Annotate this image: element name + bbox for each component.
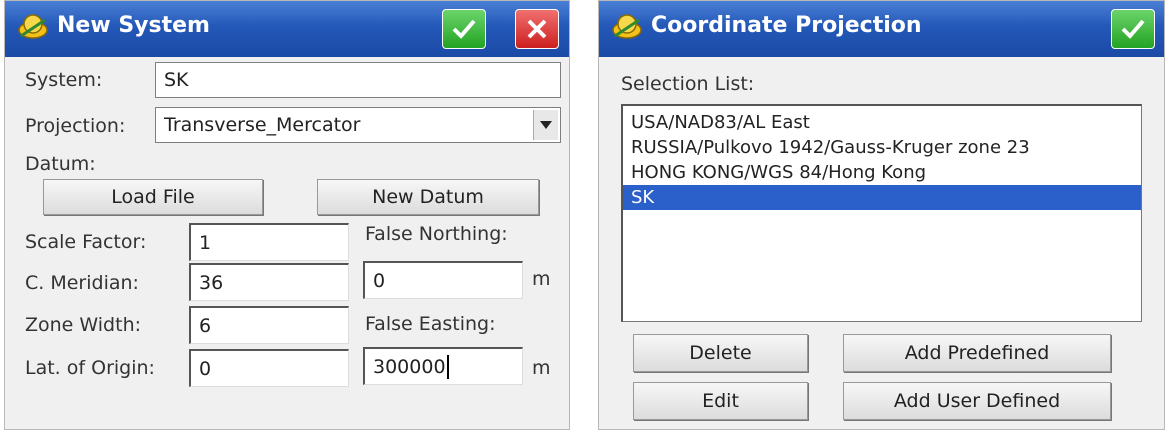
lat-origin-label: Lat. of Origin:: [25, 357, 155, 379]
dialog-title: New System: [57, 13, 210, 38]
scale-factor-input[interactable]: 1: [189, 223, 349, 261]
chevron-down-icon: [540, 121, 552, 129]
list-item[interactable]: RUSSIA/Pulkovo 1942/Gauss-Kruger zone 23: [623, 135, 1141, 160]
c-meridian-label: C. Meridian:: [25, 272, 139, 294]
false-easting-input[interactable]: 300000: [363, 347, 523, 385]
projection-value: Transverse_Mercator: [164, 114, 361, 136]
checkmark-icon: [1121, 19, 1145, 39]
title-bar: Coordinate Projection: [599, 1, 1164, 57]
delete-button[interactable]: Delete: [633, 334, 808, 372]
edit-button[interactable]: Edit: [633, 382, 808, 420]
new-datum-button[interactable]: New Datum: [317, 179, 539, 215]
system-label: System:: [25, 69, 103, 91]
false-northing-input[interactable]: 0: [363, 261, 523, 299]
scale-factor-label: Scale Factor:: [25, 231, 147, 253]
zone-width-label: Zone Width:: [25, 314, 142, 336]
zone-width-value: 6: [199, 314, 212, 337]
false-easting-value: 300000: [373, 355, 446, 378]
false-northing-unit: m: [532, 268, 551, 290]
false-northing-value: 0: [373, 269, 386, 292]
c-meridian-value: 36: [199, 271, 224, 294]
coordinate-projection-dialog: Coordinate Projection Selection List: US…: [598, 0, 1165, 430]
projection-dropdown[interactable]: Transverse_Mercator: [155, 107, 561, 143]
ok-button[interactable]: [442, 9, 486, 49]
title-bar: New System: [5, 1, 569, 57]
ok-button[interactable]: [1111, 9, 1155, 49]
system-name-input[interactable]: SK: [155, 62, 561, 98]
dialog-title: Coordinate Projection: [651, 13, 922, 38]
load-file-button[interactable]: Load File: [43, 179, 263, 215]
scale-factor-value: 1: [199, 231, 212, 254]
lat-origin-value: 0: [199, 357, 212, 380]
list-item[interactable]: HONG KONG/WGS 84/Hong Kong: [623, 160, 1141, 185]
new-system-dialog: New System System: SK Projection: Transv…: [4, 0, 570, 430]
list-item-selected[interactable]: SK: [623, 185, 1141, 210]
zone-width-input[interactable]: 6: [189, 306, 349, 344]
close-icon: [527, 19, 547, 39]
add-predefined-button[interactable]: Add Predefined: [843, 334, 1111, 372]
lat-origin-input[interactable]: 0: [189, 349, 349, 387]
checkmark-icon: [452, 19, 476, 39]
false-easting-label: False Easting:: [365, 313, 496, 335]
c-meridian-input[interactable]: 36: [189, 263, 349, 301]
selection-list[interactable]: USA/NAD83/AL East RUSSIA/Pulkovo 1942/Ga…: [621, 104, 1142, 322]
false-northing-label: False Northing:: [365, 223, 508, 245]
dropdown-arrow[interactable]: [533, 110, 558, 140]
text-caret: [446, 354, 449, 379]
projection-label: Projection:: [25, 115, 126, 137]
satellite-logo-icon: [18, 14, 48, 39]
satellite-logo-icon: [612, 14, 642, 39]
add-user-defined-button[interactable]: Add User Defined: [843, 382, 1111, 420]
datum-label: Datum:: [25, 153, 96, 175]
list-item[interactable]: USA/NAD83/AL East: [623, 110, 1141, 135]
false-easting-unit: m: [532, 357, 551, 379]
selection-list-label: Selection List:: [621, 73, 755, 95]
system-name-value: SK: [164, 69, 189, 91]
cancel-button[interactable]: [515, 9, 559, 49]
